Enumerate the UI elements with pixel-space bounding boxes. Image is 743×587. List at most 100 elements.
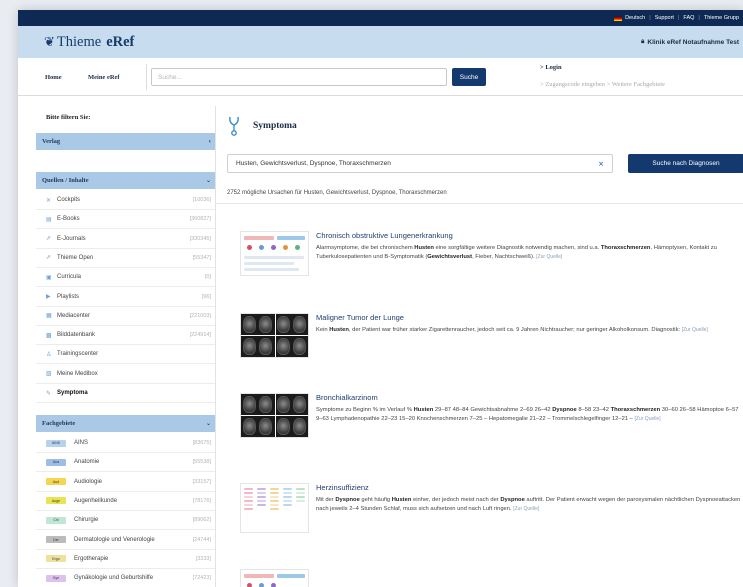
- source-count: [224914]: [189, 332, 211, 339]
- symptom-icon: ✎: [46, 389, 52, 397]
- thieme-eref-logo[interactable]: ❦ Thieme eRef: [44, 34, 134, 51]
- field-filter-item[interactable]: Chi Chirurgie [89062]: [36, 511, 215, 531]
- source-filter-item[interactable]: ♙ Trainingscenter: [36, 345, 215, 365]
- source-filter-item[interactable]: ▣ Curricula [0]: [36, 268, 215, 288]
- my-eref-link[interactable]: Meine eRef: [88, 74, 120, 81]
- utility-bar: Deutsch | Support | FAQ | Thieme Grupp: [18, 10, 743, 26]
- source-link[interactable]: [Zur Quelle]: [682, 327, 708, 333]
- field-filter-item[interactable]: Aud Audiologie [33157]: [36, 473, 215, 492]
- field-label: Audiologie: [74, 478, 103, 485]
- source-filter-item[interactable]: ▶ Playlists [96]: [36, 288, 215, 307]
- lock-icon: 🔒︎: [641, 38, 645, 45]
- home-link[interactable]: Home: [45, 74, 62, 81]
- source-label: Meine Medibox: [57, 370, 98, 377]
- media-icon: ▦: [46, 312, 52, 320]
- source-label: Mediacenter: [57, 312, 91, 319]
- source-label: Playlists: [57, 293, 80, 300]
- source-filter-item[interactable]: ▤ E-Books [360827]: [36, 210, 215, 230]
- source-filter-item[interactable]: ▧ Meine Medibox: [36, 365, 215, 384]
- source-filter-item[interactable]: ▩ Bilddatenbank [224914]: [36, 326, 215, 346]
- source-filter-item[interactable]: ▦ Mediacenter [221003]: [36, 307, 215, 326]
- thieme-logo-icon: ❦: [44, 34, 55, 49]
- chevron-down-icon: ⌄: [205, 177, 211, 184]
- separator: |: [677, 15, 680, 21]
- login-link[interactable]: > Login: [540, 64, 562, 71]
- playlist-icon: ▶: [46, 293, 51, 300]
- page-title: Symptoma: [253, 121, 297, 131]
- symptoma-content: Symptoma Husten, Gewichtsverlust, Dyspno…: [215, 106, 743, 587]
- result-thumbnail[interactable]: [240, 231, 309, 276]
- source-link[interactable]: [Zur Quelle]: [635, 416, 661, 422]
- institution-name: Klinik eRef Notaufnahme Test: [647, 38, 739, 46]
- source-filter-item[interactable]: ⇗ E-Journals [330345]: [36, 230, 215, 249]
- result-description: Symptome zu Beginn % im Verlauf % Husten…: [316, 406, 741, 423]
- source-filter-item[interactable]: ✎ Symptoma: [36, 384, 215, 403]
- source-label: Cockpits: [57, 197, 81, 203]
- result-thumbnail[interactable]: [240, 483, 309, 533]
- language-link[interactable]: Deutsch: [625, 15, 645, 21]
- field-label: Ergotherapie: [74, 555, 109, 562]
- brand-product: eRef: [106, 33, 135, 50]
- field-filter-item[interactable]: Auge Augenheilkunde [78176]: [36, 492, 215, 511]
- field-filter-item[interactable]: Ana Anatomie [55538]: [36, 453, 215, 473]
- source-link[interactable]: [Zur Quelle]: [513, 506, 539, 512]
- stethoscope-icon: [229, 116, 239, 136]
- source-label: E-Journals: [57, 235, 86, 242]
- field-count: [72423]: [192, 575, 211, 582]
- source-count: [55347]: [192, 254, 211, 261]
- field-filter-item[interactable]: AINS AINS [83675]: [36, 434, 215, 453]
- field-count: [24744]: [192, 536, 211, 543]
- open-icon: ⇗: [46, 254, 52, 262]
- field-filter-item[interactable]: Ergo Ergotherapie [3333]: [36, 550, 215, 569]
- source-filter-item[interactable]: ⇗ Thieme Open [55347]: [36, 249, 215, 268]
- field-label: Augenheilkunde: [74, 497, 118, 504]
- field-filter-item[interactable]: Gyn Gynäkologie und Geburtshilfe [72423]: [36, 569, 215, 587]
- result-thumbnail[interactable]: [240, 569, 309, 587]
- nav-bar: Home Meine eRef Suche > Login > Zugangsc…: [18, 58, 743, 96]
- fields-section-header[interactable]: Fachgebiete ⌄: [36, 415, 215, 432]
- field-label: Anatomie: [74, 459, 100, 466]
- source-count: [330345]: [189, 235, 211, 242]
- source-count: [96]: [201, 293, 211, 300]
- result-title-link[interactable]: Maligner Tumor der Lunge: [316, 313, 404, 322]
- source-filter-item[interactable]: ✕ Cockpits [10036]: [36, 191, 215, 210]
- source-count: [360827]: [189, 216, 211, 223]
- result-title-link[interactable]: Herzinsuffizienz: [316, 483, 369, 492]
- source-label: Thieme Open: [57, 254, 94, 261]
- field-label: Gynäkologie und Geburtshilfe: [74, 575, 154, 582]
- support-link[interactable]: Support: [655, 15, 674, 21]
- journal-icon: ⇗: [46, 235, 52, 243]
- field-badge: Gyn: [46, 574, 66, 582]
- search-button[interactable]: Suche: [452, 68, 486, 86]
- faq-link[interactable]: FAQ: [683, 15, 694, 21]
- field-filter-item[interactable]: Der Dermatologie und Venerologie [24744]: [36, 531, 215, 550]
- field-badge: Ana: [46, 458, 66, 466]
- result-snippet: Symptome zu Beginn % im Verlauf % Husten…: [316, 407, 739, 422]
- result-title-link[interactable]: Chronisch obstruktive Lungenerkrankung: [316, 231, 453, 240]
- result-description: Mit der Dyspnoe geht häufig Husten einhe…: [316, 496, 741, 513]
- german-flag-icon: [614, 15, 623, 21]
- publisher-section-header[interactable]: Verlag ‹: [36, 133, 215, 150]
- result-thumbnail[interactable]: [240, 313, 309, 358]
- field-label: Dermatologie und Venerologie: [74, 536, 155, 543]
- field-count: [89062]: [192, 517, 211, 524]
- fields-label: Fachgebiete: [42, 420, 76, 427]
- brand-bar: ❦ Thieme eRef 🔒︎ Klinik eRef Notaufnahme…: [18, 26, 743, 58]
- sources-section-header[interactable]: Quellen / Inhalte ⌄: [36, 172, 215, 189]
- symptom-query[interactable]: Husten, Gewichtsverlust, Dyspnoe, Thorax…: [236, 160, 391, 167]
- medibox-icon: ▧: [46, 370, 52, 378]
- access-code-links[interactable]: > Zugangscode eingeben > Weitere Fachgeb…: [540, 81, 665, 88]
- result-title-link[interactable]: Bronchialkarzinom: [316, 393, 378, 402]
- training-icon: ♙: [46, 350, 52, 358]
- result-thumbnail[interactable]: [240, 393, 309, 438]
- thieme-group-link[interactable]: Thieme Grupp: [704, 15, 739, 21]
- curricula-icon: ▣: [46, 273, 52, 281]
- result-description: Alarmsymptome, die bei chronischem Huste…: [316, 244, 741, 261]
- symptom-search-field[interactable]: Husten, Gewichtsverlust, Dyspnoe, Thorax…: [227, 154, 613, 173]
- image-db-icon: ▩: [46, 331, 52, 339]
- clear-icon[interactable]: ×: [598, 160, 604, 168]
- separator: |: [698, 15, 700, 21]
- source-link[interactable]: [Zur Quelle]: [536, 254, 562, 260]
- search-input[interactable]: [151, 68, 447, 86]
- search-diagnoses-button[interactable]: Suche nach Diagnosen: [628, 154, 743, 173]
